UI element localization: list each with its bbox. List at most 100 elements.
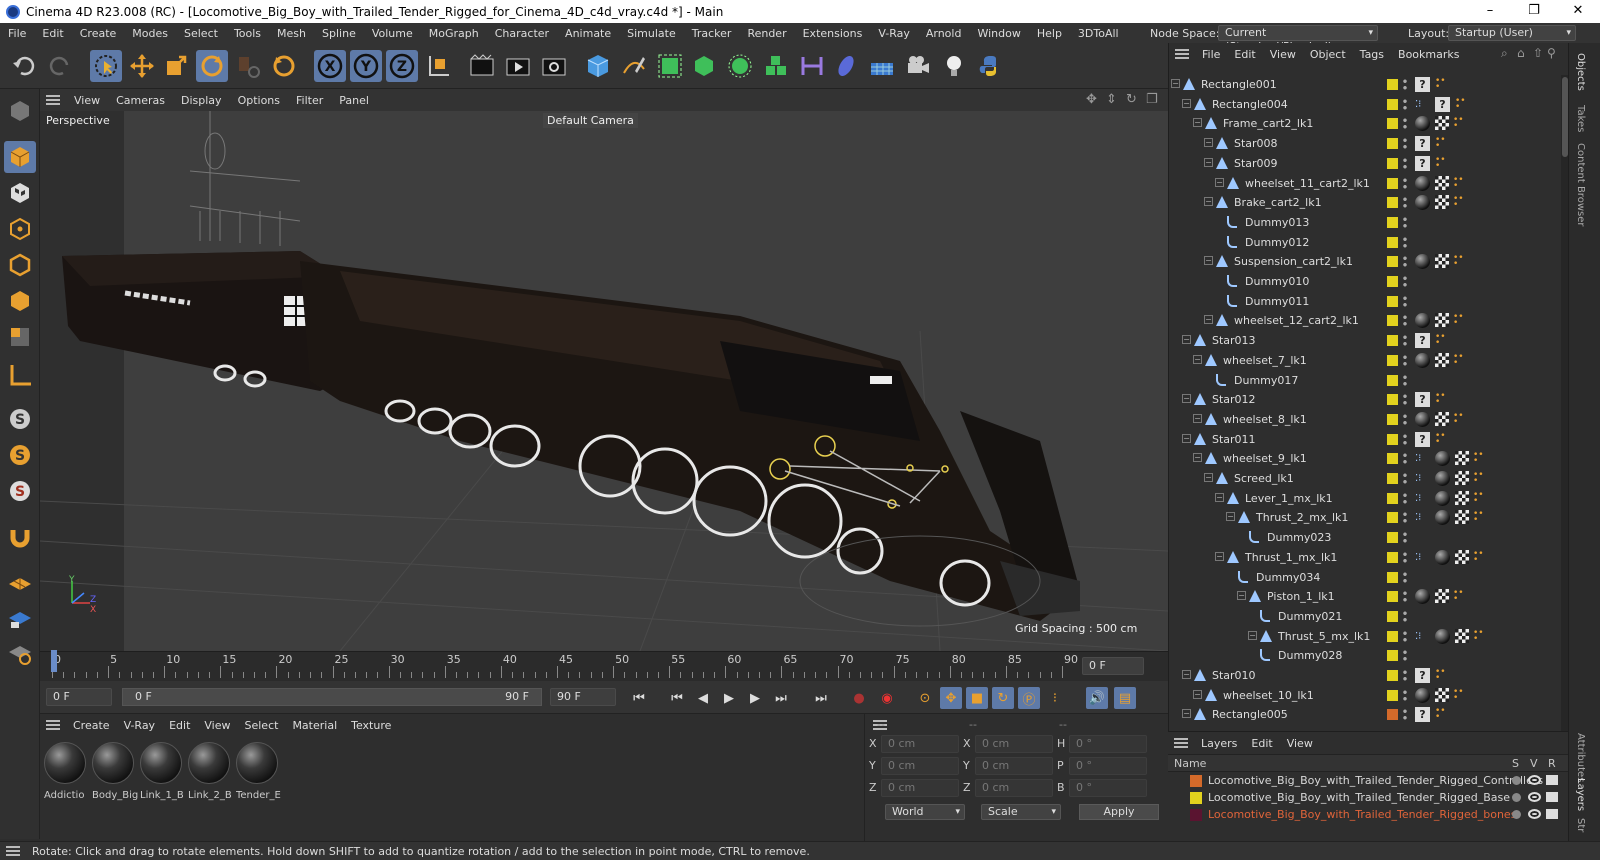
texture-tag-icon[interactable] [1435, 254, 1449, 269]
visibility-dots-icon[interactable] [1403, 550, 1407, 564]
expand-toggle-icon[interactable]: − [1204, 256, 1213, 266]
object-row[interactable]: − wheelset_7_lk1 •• • [1169, 351, 1561, 371]
viewport-menu-display[interactable]: Display [173, 94, 230, 107]
visibility-dots-icon[interactable] [1403, 373, 1407, 387]
expand-toggle-icon[interactable]: − [1215, 177, 1224, 187]
object-row[interactable]: −Dummy017 [1169, 371, 1561, 391]
material-tag-icon[interactable] [1435, 510, 1450, 526]
texture-tag-icon[interactable] [1435, 195, 1449, 210]
menu-character[interactable]: Character [487, 27, 557, 40]
point-level-key-icon[interactable]: ⁝ [1044, 687, 1066, 709]
material-menu-edit[interactable]: Edit [162, 719, 197, 732]
layer-color-swatch[interactable] [1387, 374, 1398, 386]
mograph-cloner-icon[interactable] [760, 50, 792, 82]
expand-toggle-icon[interactable]: − [1204, 138, 1213, 148]
python-icon[interactable] [974, 50, 1006, 82]
material-tag-icon[interactable] [1415, 411, 1430, 427]
object-row[interactable]: − Thrust_1_mx_lk1 ⁚⁝ •• • [1169, 548, 1561, 568]
xpresso-tag-icon[interactable]: •• • [1473, 490, 1485, 505]
layer-visible-eye-icon[interactable] [1528, 775, 1541, 785]
object-row[interactable]: − Rectangle004 ⁚⁝? •• • [1169, 95, 1561, 115]
cloner-icon[interactable] [724, 50, 756, 82]
material-menu-select[interactable]: Select [238, 719, 286, 732]
object-row[interactable]: − wheelset_9_lk1 ⁚⁝ •• • [1169, 449, 1561, 469]
coord-value-field[interactable]: 0 cm [881, 757, 959, 775]
xpresso-tag-icon[interactable]: •• • [1453, 116, 1465, 131]
menu-extensions[interactable]: Extensions [795, 27, 871, 40]
material-menu-texture[interactable]: Texture [344, 719, 398, 732]
tab-layers[interactable]: Layers [1575, 778, 1586, 811]
layer-color-swatch[interactable] [1387, 79, 1398, 90]
y-axis-lock-icon[interactable]: Y [350, 50, 382, 82]
visibility-dots-icon[interactable] [1403, 708, 1407, 722]
layer-row[interactable]: Locomotive_Big_Boy_with_Trailed_Tender_R… [1168, 772, 1568, 789]
ik-tag-icon[interactable]: ⁚⁝ [1415, 98, 1431, 112]
visibility-dots-icon[interactable] [1403, 629, 1407, 643]
menu-arnold[interactable]: Arnold [918, 27, 970, 40]
viewport-maximize-icon[interactable]: ❐ [1146, 92, 1158, 107]
go-to-start-icon[interactable]: ⏮ [628, 687, 650, 709]
expand-toggle-icon[interactable]: − [1182, 98, 1191, 108]
expand-toggle-icon[interactable]: − [1215, 551, 1224, 561]
object-row[interactable]: − Thrust_2_mx_lk1 ⁚⁝ •• • [1169, 508, 1561, 528]
edge-mode-icon[interactable] [4, 249, 36, 281]
expand-toggle-icon[interactable]: − [1182, 433, 1191, 443]
layer-color-swatch[interactable] [1387, 413, 1398, 425]
coords-world-select[interactable]: World [885, 804, 965, 820]
render-settings-icon[interactable] [538, 50, 570, 82]
layer-render-icon[interactable] [1546, 775, 1558, 785]
xpresso-tag-icon[interactable]: •• • [1453, 313, 1465, 328]
visibility-dots-icon[interactable] [1403, 255, 1407, 269]
light-icon[interactable] [938, 50, 970, 82]
visibility-dots-icon[interactable] [1403, 235, 1407, 249]
move-icon[interactable] [126, 50, 158, 82]
object-row[interactable]: −Dummy011 [1169, 292, 1561, 312]
layer-color-swatch[interactable] [1387, 453, 1398, 465]
ik-tag-icon[interactable]: ⁚⁝ [1415, 452, 1431, 466]
preview-range-slider[interactable]: 0 F 90 F [122, 688, 542, 706]
visibility-dots-icon[interactable] [1403, 412, 1407, 426]
layer-hamburger-icon[interactable] [1174, 738, 1188, 748]
point-mode-icon[interactable] [4, 213, 36, 245]
timeline-ruler[interactable]: 0 5 10 15 20 25 30 35 40 45 50 55 60 65 70 75 80 85 90 0 F [40, 650, 1168, 681]
unknown-tag-icon[interactable]: ? [1415, 431, 1430, 447]
layer-solo-icon[interactable] [1512, 793, 1521, 802]
expand-toggle-icon[interactable]: − [1215, 492, 1224, 502]
material-swatch[interactable]: Link_1_B [138, 742, 184, 810]
object-filter-icon[interactable]: ⚲ [1547, 46, 1556, 60]
coordinate-system-icon[interactable] [422, 50, 454, 82]
expand-toggle-icon[interactable]: − [1193, 118, 1202, 128]
xpresso-tag-icon[interactable]: •• • [1473, 451, 1485, 466]
xpresso-tag-icon[interactable]: •• • [1473, 471, 1485, 486]
menu-select[interactable]: Select [176, 27, 226, 40]
unknown-tag-icon[interactable]: ? [1415, 668, 1430, 683]
snap-enable-icon[interactable]: S [4, 475, 36, 507]
visibility-dots-icon[interactable] [1403, 353, 1407, 367]
viewport-zoom-icon[interactable]: ⇕ [1106, 92, 1117, 107]
play-icon[interactable]: ▶ [718, 687, 740, 709]
visibility-dots-icon[interactable] [1403, 452, 1407, 466]
magnet-icon[interactable] [4, 521, 36, 553]
material-tag-icon[interactable] [1415, 254, 1430, 270]
layer-color-swatch[interactable] [1387, 138, 1398, 150]
xpresso-tag-icon[interactable]: •• • [1453, 352, 1465, 367]
object-row[interactable]: − Lever_1_mx_lk1 ⁚⁝ •• • [1169, 489, 1561, 509]
layer-render-icon[interactable] [1546, 809, 1558, 819]
viewport-menu-view[interactable]: View [66, 94, 108, 107]
unknown-tag-icon[interactable]: ? [1415, 392, 1430, 408]
redo-icon[interactable] [44, 50, 76, 82]
layer-color-swatch[interactable] [1387, 118, 1398, 130]
axis-mode-icon[interactable] [4, 359, 36, 391]
layer-solo-icon[interactable] [1512, 810, 1521, 819]
material-swatch[interactable]: Body_Big [90, 742, 138, 810]
unknown-tag-icon[interactable]: ? [1415, 333, 1430, 349]
object-menu-bookmarks[interactable]: Bookmarks [1391, 48, 1466, 61]
object-row[interactable]: − Brake_cart2_lk1 •• • [1169, 193, 1561, 213]
texture-tag-icon[interactable] [1435, 687, 1449, 702]
material-tag-icon[interactable] [1435, 490, 1450, 506]
layer-color-swatch[interactable] [1387, 709, 1398, 721]
layer-color-swatch[interactable] [1387, 177, 1398, 189]
rotation-key-icon[interactable]: ↻ [992, 687, 1014, 709]
visibility-dots-icon[interactable] [1403, 196, 1407, 210]
object-row[interactable]: − Star011? •• • [1169, 430, 1561, 450]
